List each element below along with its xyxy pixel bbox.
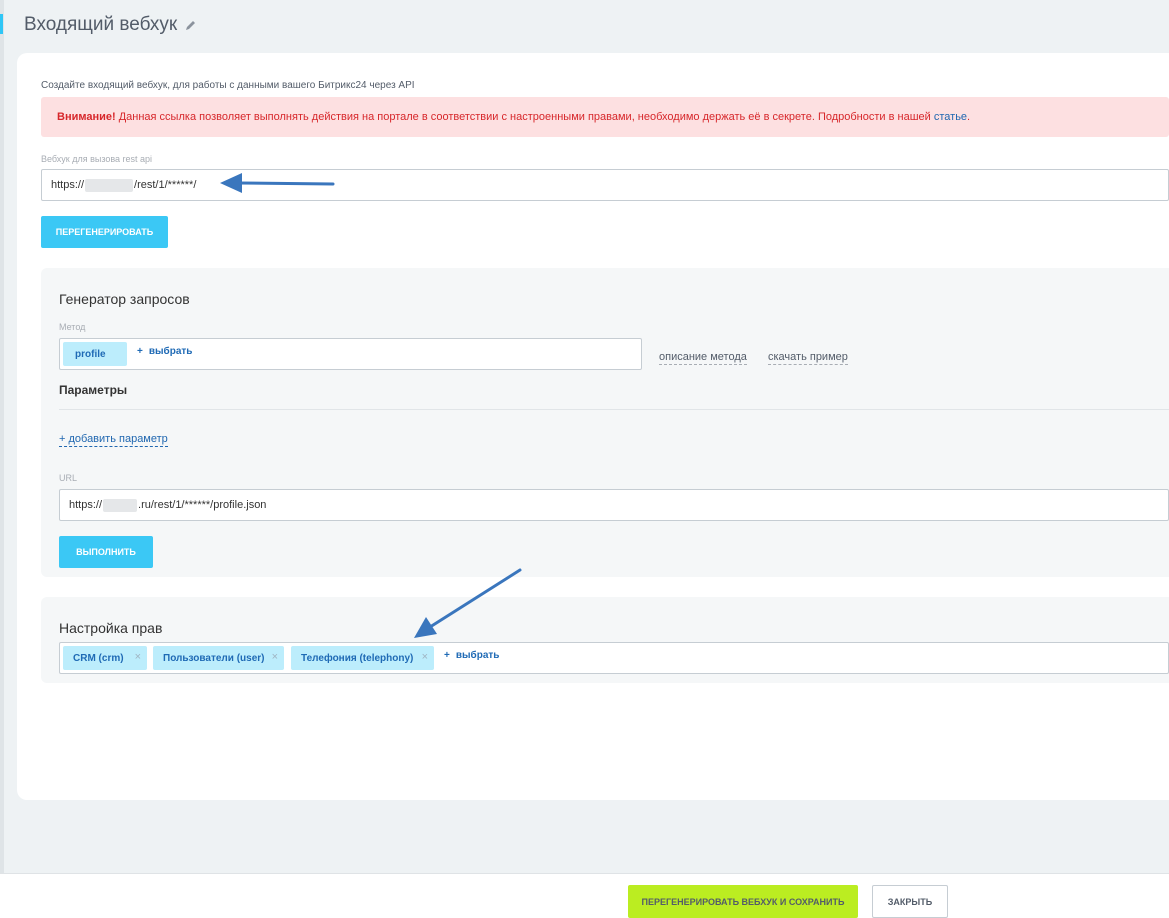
add-param-link[interactable]: + добавить параметр <box>59 432 168 447</box>
request-url-prefix: https:// <box>69 499 103 511</box>
execute-button[interactable]: ВЫПОЛНИТЬ <box>59 536 153 568</box>
remove-scope-icon[interactable]: × <box>272 651 278 663</box>
redacted-domain <box>85 178 134 192</box>
method-select-label: выбрать <box>148 346 193 357</box>
add-param-label: добавить параметр <box>68 433 168 445</box>
left-edge-strip <box>0 0 4 873</box>
alert-end: . <box>967 111 971 123</box>
method-tag-label: profile <box>75 348 106 360</box>
webhook-url-prefix: https:// <box>51 179 85 191</box>
request-generator-panel: Генератор запросов Метод profile + выбрат… <box>41 268 1169 577</box>
regenerate-save-button[interactable]: ПЕРЕГЕНЕРИРОВАТЬ ВЕБХУК И СОХРАНИТЬ <box>628 885 858 918</box>
scope-tag: Телефония (telephony) × <box>291 646 434 670</box>
page-title: Входящий вебхук <box>24 14 196 36</box>
alert-text: Данная ссылка позволяет выполнять действ… <box>115 111 934 123</box>
alert-article-link[interactable]: статье <box>934 111 967 123</box>
scope-tag-label: Телефония (telephony) <box>301 652 414 664</box>
scope-tag-label: Пользователи (user) <box>163 652 265 664</box>
edit-pencil-icon[interactable] <box>185 20 196 31</box>
form-description: Создайте входящий вебхук, для работы с д… <box>41 80 415 91</box>
scope-tag: Пользователи (user) × <box>153 646 284 670</box>
footer-bar: ПЕРЕГЕНЕРИРОВАТЬ ВЕБХУК И СОХРАНИТЬ ЗАКР… <box>0 873 1169 918</box>
method-description-link[interactable]: описание метода <box>659 350 747 365</box>
scope-select-link[interactable]: + выбрать <box>444 650 499 661</box>
remove-scope-icon[interactable]: × <box>135 651 141 663</box>
url-label: URL <box>59 473 78 483</box>
regenerate-button[interactable]: ПЕРЕГЕНЕРИРОВАТЬ <box>41 216 168 248</box>
request-url-suffix: .ru/rest/1/******/profile.json <box>138 499 267 511</box>
params-title: Параметры <box>59 383 128 397</box>
webhook-url-field[interactable]: https:// /rest/1/******/ <box>41 169 1169 201</box>
generator-title: Генератор запросов <box>59 291 190 307</box>
download-example-link[interactable]: скачать пример <box>768 350 848 365</box>
method-select-link[interactable]: + выбрать <box>137 346 192 357</box>
method-tag: profile <box>63 342 127 366</box>
permissions-selector[interactable]: CRM (crm) × Пользователи (user) × Телефони… <box>59 642 1169 674</box>
plus-icon: + <box>444 650 450 661</box>
scope-tag-label: CRM (crm) <box>73 652 124 664</box>
remove-scope-icon[interactable]: × <box>422 651 428 663</box>
webhook-card: Создайте входящий вебхук, для работы с д… <box>17 53 1169 800</box>
warning-alert: Внимание! Данная ссылка позволяет выполн… <box>41 97 1169 137</box>
plus-icon: + <box>137 346 143 357</box>
left-accent <box>0 14 3 34</box>
page-title-text: Входящий вебхук <box>24 14 178 35</box>
method-selector[interactable]: profile + выбрать <box>59 338 642 370</box>
permissions-panel: Настройка прав CRM (crm) × Пользователи (… <box>41 597 1169 683</box>
permissions-title: Настройка прав <box>59 620 163 636</box>
webhook-label: Вебхук для вызова rest api <box>41 154 153 164</box>
request-url-field[interactable]: https:// .ru/rest/1/******/profile.json <box>59 489 1169 521</box>
redacted-domain <box>103 498 138 512</box>
close-button[interactable]: ЗАКРЫТЬ <box>872 885 948 918</box>
alert-strong: Внимание! <box>57 111 116 123</box>
scope-tag: CRM (crm) × <box>63 646 147 670</box>
method-label: Метод <box>59 322 86 332</box>
webhook-url-suffix: /rest/1/******/ <box>134 179 197 191</box>
params-divider <box>59 409 1169 410</box>
scope-select-label: выбрать <box>455 650 500 661</box>
